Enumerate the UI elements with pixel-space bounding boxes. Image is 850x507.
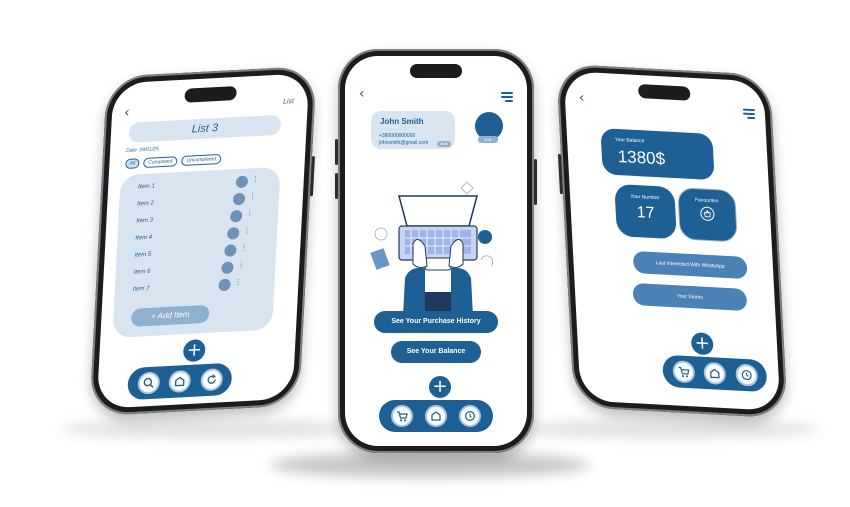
- bottom-nav: [379, 400, 493, 432]
- phone-center: ‹ John Smith +380000000000 johnsmith@gma…: [335, 49, 537, 453]
- home-icon[interactable]: [168, 369, 192, 394]
- balance-card[interactable]: Your Balance 1380$: [600, 128, 715, 181]
- search-icon[interactable]: [136, 371, 160, 395]
- filter-all[interactable]: All: [125, 158, 140, 170]
- more-icon[interactable]: ⋮: [234, 278, 241, 286]
- side-button: [557, 153, 564, 195]
- list-item[interactable]: Item 4: [135, 235, 152, 242]
- more-icon[interactable]: ⋮: [249, 192, 256, 200]
- bottom-nav: [661, 354, 768, 393]
- balance-label: Your Balance: [614, 136, 645, 145]
- more-icon[interactable]: ⋮: [240, 244, 247, 252]
- number-label: Your Number: [630, 193, 660, 202]
- ground-shadow-right: [520, 420, 820, 438]
- cart-icon[interactable]: [391, 405, 413, 427]
- list-item[interactable]: Item 3: [136, 218, 153, 225]
- number-value: 17: [636, 204, 655, 223]
- balance-button[interactable]: See Your Balance: [391, 341, 481, 363]
- list-header-link[interactable]: List: [283, 98, 294, 106]
- phone-right: ‹ Your Balance 1380$ Your Number 17 Favo…: [556, 63, 788, 419]
- more-icon[interactable]: ⋮: [237, 261, 244, 269]
- ground-shadow-left: [60, 420, 360, 438]
- dynamic-island: [410, 64, 462, 78]
- balance-value: 1380$: [617, 146, 666, 169]
- list-item[interactable]: Item 2: [137, 201, 154, 208]
- item-status-dot[interactable]: [229, 209, 243, 223]
- more-icon[interactable]: ⋮: [252, 175, 259, 183]
- side-button: [335, 139, 338, 165]
- profile-screen: ‹ John Smith +380000000000 johnsmith@gma…: [345, 56, 527, 446]
- fab-add-button[interactable]: +: [182, 338, 206, 363]
- more-icon[interactable]: ⋮: [243, 226, 250, 234]
- side-button: [335, 173, 338, 199]
- stores-pill[interactable]: Your Stores: [632, 282, 748, 312]
- chevron-left-icon[interactable]: ‹: [359, 86, 365, 102]
- item-status-dot[interactable]: [224, 244, 237, 257]
- cart-icon[interactable]: [671, 360, 695, 384]
- bottom-nav: [126, 362, 233, 401]
- list-item[interactable]: Item 5: [134, 252, 151, 259]
- side-button: [534, 159, 537, 205]
- ground-shadow-center: [270, 452, 590, 478]
- chevron-left-icon[interactable]: ‹: [124, 105, 130, 121]
- chevron-left-icon[interactable]: ‹: [578, 90, 584, 106]
- list-item[interactable]: Item 6: [133, 269, 150, 276]
- item-status-dot[interactable]: [226, 227, 240, 240]
- home-icon[interactable]: [425, 405, 447, 427]
- edit-avatar-button[interactable]: Edit: [478, 136, 498, 143]
- favourites-label: Favourites: [694, 197, 719, 205]
- basket-icon: [700, 206, 715, 222]
- clock-icon[interactable]: [734, 363, 758, 387]
- home-icon[interactable]: [703, 361, 727, 386]
- menu-icon[interactable]: [742, 108, 756, 122]
- dashboard-screen: ‹ Your Balance 1380$ Your Number 17 Favo…: [563, 71, 781, 411]
- filter-uncompleted[interactable]: Uncompleted: [181, 153, 222, 167]
- profile-phone: +380000000000: [379, 133, 416, 139]
- purchase-history-button[interactable]: See Your Purchase History: [374, 311, 498, 333]
- refresh-icon[interactable]: [199, 368, 223, 392]
- whatsapp-pill[interactable]: Last Interected With WhatsApp: [632, 250, 748, 280]
- laptop-typing-illustration: [370, 181, 494, 316]
- side-button: [309, 155, 315, 197]
- menu-icon[interactable]: [501, 92, 513, 104]
- item-status-dot[interactable]: [232, 192, 246, 206]
- list-date: Date: 28/01/25: [125, 146, 159, 154]
- edit-profile-button[interactable]: Edit: [437, 141, 451, 147]
- clock-icon[interactable]: [459, 405, 481, 427]
- list-item[interactable]: Item 7: [133, 286, 150, 293]
- profile-name: John Smith: [380, 117, 424, 126]
- favourites-card[interactable]: Favourites: [677, 187, 738, 243]
- fab-add-button[interactable]: +: [690, 332, 714, 356]
- number-card[interactable]: Your Number 17: [614, 183, 677, 240]
- filter-completed[interactable]: Completed: [143, 156, 178, 169]
- item-status-dot[interactable]: [235, 175, 249, 189]
- profile-card: John Smith +380000000000 johnsmith@gmail…: [371, 111, 455, 149]
- dynamic-island: [184, 85, 237, 103]
- fab-add-button[interactable]: +: [429, 376, 451, 398]
- list-item[interactable]: Item 1: [138, 183, 155, 190]
- dynamic-island: [637, 83, 691, 101]
- list-screen: ‹ List List 3 Date: 28/01/25 All Complet…: [96, 73, 310, 409]
- item-status-dot[interactable]: [221, 261, 234, 275]
- item-status-dot[interactable]: [218, 278, 231, 292]
- phone-left: ‹ List List 3 Date: 28/01/25 All Complet…: [89, 65, 317, 417]
- more-icon[interactable]: ⋮: [246, 209, 253, 217]
- profile-email: johnsmith@gmail.com: [379, 140, 429, 146]
- list-title: List 3: [128, 114, 282, 143]
